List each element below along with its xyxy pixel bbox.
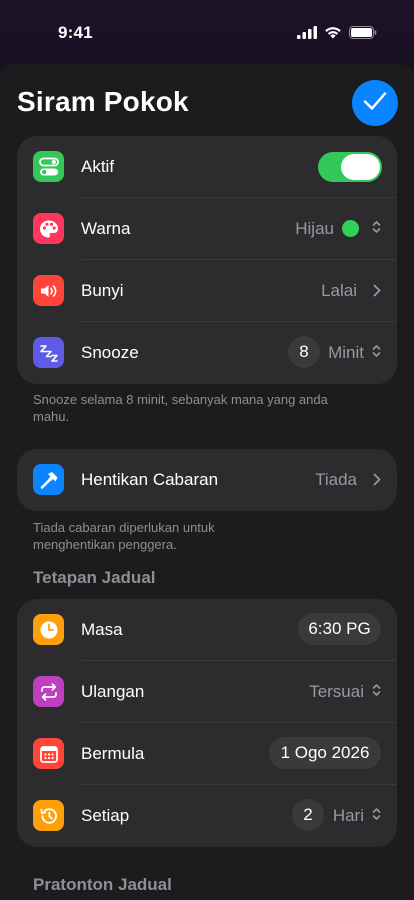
row-masa[interactable]: Masa 6:30 PG [17, 599, 397, 661]
hammer-icon [33, 464, 64, 495]
bermula-date-pill[interactable]: 1 Ogo 2026 [269, 737, 381, 769]
aktif-toggle[interactable] [318, 152, 382, 182]
history-clock-icon [33, 800, 64, 831]
alarm-settings-group: Aktif Warna Hijau Bunyi Lalai Snooze 8 M… [17, 136, 397, 384]
palette-icon [33, 213, 64, 244]
row-ulangan[interactable]: Ulangan Tersuai [17, 661, 397, 723]
masa-time-pill[interactable]: 6:30 PG [298, 613, 381, 645]
bunyi-label: Bunyi [81, 281, 124, 300]
battery-icon [349, 26, 377, 39]
snooze-count-pill[interactable]: 8 [288, 336, 320, 368]
row-hentikan-cabaran[interactable]: Hentikan Cabaran Tiada [17, 449, 397, 511]
status-time: 9:41 [58, 23, 93, 42]
hentikan-label: Hentikan Cabaran [81, 470, 219, 489]
warna-label: Warna [81, 219, 131, 238]
row-bunyi[interactable]: Bunyi Lalai [17, 260, 397, 322]
row-snooze[interactable]: Snooze 8 Minit [17, 322, 397, 384]
cellular-signal-icon [297, 26, 317, 39]
masa-label: Masa [81, 620, 123, 639]
chevron-right-icon [373, 473, 381, 491]
calendar-icon [33, 738, 64, 769]
snooze-footnote: Snooze selama 8 minit, sebanyak mana yan… [33, 392, 328, 424]
zzz-icon [33, 337, 64, 368]
bunyi-value: Lalai [321, 281, 357, 300]
repeat-icon [33, 676, 64, 707]
ulangan-value: Tersuai [309, 682, 364, 701]
schedule-section-header: Tetapan Jadual [33, 568, 156, 587]
checkmark-icon [363, 91, 387, 116]
edit-alarm-sheet: Siram Pokok Aktif Warna Hijau Bunyi Lala… [0, 64, 414, 900]
updown-chevron-icon [372, 220, 381, 239]
done-button[interactable] [352, 80, 398, 126]
color-swatch [342, 220, 359, 237]
row-bermula[interactable]: Bermula 1 Ogo 2026 [17, 723, 397, 785]
toggle-knob [341, 154, 380, 180]
toggle-switch-icon [33, 151, 64, 182]
preview-section-header: Pratonton Jadual [33, 875, 172, 894]
row-warna[interactable]: Warna Hijau [17, 198, 397, 260]
speaker-icon [33, 275, 64, 306]
ulangan-label: Ulangan [81, 682, 145, 701]
status-icons [297, 26, 377, 39]
row-setiap[interactable]: Setiap 2 Hari [17, 785, 397, 847]
bermula-label: Bermula [81, 744, 145, 763]
clock-icon [33, 614, 64, 645]
warna-value: Hijau [295, 219, 334, 238]
updown-chevron-icon [372, 807, 381, 826]
stop-challenge-group: Hentikan Cabaran Tiada [17, 449, 397, 511]
setiap-count-pill[interactable]: 2 [292, 799, 324, 831]
schedule-group: Masa 6:30 PG Ulangan Tersuai Bermula 1 O… [17, 599, 397, 847]
row-aktif[interactable]: Aktif [17, 136, 397, 198]
hentikan-value: Tiada [315, 470, 357, 489]
updown-chevron-icon [372, 683, 381, 702]
chevron-right-icon [373, 284, 381, 302]
page-title: Siram Pokok [17, 86, 189, 117]
updown-chevron-icon [372, 344, 381, 363]
wifi-icon [324, 26, 342, 39]
aktif-label: Aktif [81, 157, 115, 176]
status-bar: 9:41 [0, 0, 414, 62]
snooze-unit: Minit [328, 343, 364, 362]
setiap-label: Setiap [81, 806, 130, 825]
stop-footnote: Tiada cabaran diperlukan untuk menghenti… [33, 520, 215, 552]
snooze-label: Snooze [81, 343, 139, 362]
setiap-unit: Hari [332, 806, 364, 825]
